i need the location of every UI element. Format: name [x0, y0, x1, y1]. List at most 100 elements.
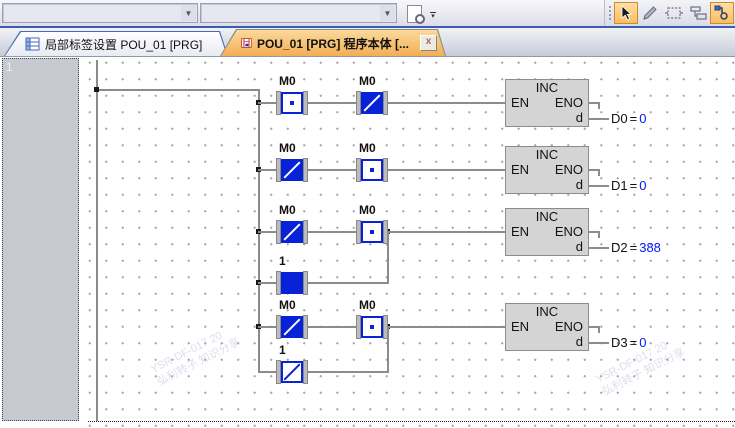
edit-tool-group	[604, 0, 735, 26]
find-page-button[interactable]	[403, 4, 425, 24]
monitored-output[interactable]: D2=388	[611, 240, 661, 255]
contact-label: M0	[359, 141, 376, 155]
wire	[308, 169, 357, 171]
wire	[258, 102, 277, 104]
contact-m0-closed[interactable]: M0	[276, 220, 308, 244]
d-output-wire	[589, 118, 609, 120]
wire	[258, 282, 277, 284]
wire	[258, 231, 277, 233]
inc-function-block[interactable]: INC ENENO d	[505, 303, 589, 351]
equals-sign: =	[630, 111, 638, 126]
toolbar-grip-handle[interactable]	[607, 4, 612, 22]
operand-name: D1	[611, 178, 628, 193]
monitored-output[interactable]: D0=0	[611, 111, 646, 126]
d-output-wire	[589, 247, 609, 249]
operand-name: D0	[611, 111, 628, 126]
eno-pin: ENO	[555, 319, 583, 334]
en-pin: EN	[511, 95, 529, 110]
contact-m0-open[interactable]: M0	[356, 220, 388, 244]
fbd-editor-area: 1 M0 M0 INC EN ENO d	[0, 57, 735, 428]
eno-stub-hook	[598, 102, 600, 109]
junction-dot	[94, 87, 99, 92]
wire	[308, 231, 357, 233]
wire	[258, 169, 277, 171]
operand-value: 0	[639, 111, 646, 126]
wire	[388, 102, 505, 104]
eno-stub-hook	[598, 169, 600, 176]
inc-function-block[interactable]: INC EN ENO d	[505, 146, 589, 194]
tab-program-body-active[interactable]: POU_01 [PRG] 程序本体 [... x	[220, 29, 446, 56]
network-header-selected[interactable]: 1	[2, 58, 79, 421]
contact-label: M0	[359, 298, 376, 312]
toolbar-combo-2[interactable]: ▼	[200, 3, 397, 23]
operand-value: 0	[639, 335, 646, 350]
eno-pin: ENO	[555, 162, 583, 177]
inc-function-block[interactable]: INC ENENO d	[505, 208, 589, 256]
contact-label: M0	[279, 298, 296, 312]
equals-sign: =	[630, 335, 638, 350]
combo-2-dropdown-arrow-icon[interactable]: ▼	[380, 5, 395, 21]
eno-pin: ENO	[555, 95, 583, 110]
eno-stub-hook	[598, 326, 600, 333]
contact-const-1-open-slash[interactable]: 1	[276, 360, 308, 384]
contact-label: M0	[279, 141, 296, 155]
toolbar-combo-1[interactable]: ▼	[2, 3, 198, 23]
dashed-box-icon	[665, 5, 683, 21]
pen-icon	[642, 5, 658, 21]
wire	[308, 371, 389, 373]
contact-const-1-solid[interactable]: 1	[276, 271, 308, 295]
wire	[388, 231, 505, 233]
d-pin: d	[506, 177, 588, 192]
contact-label: M0	[359, 203, 376, 217]
tab-close-button[interactable]: x	[420, 35, 437, 51]
d-pin: d	[506, 239, 588, 254]
insert-network-tool-button[interactable]	[686, 2, 710, 24]
page-magnifier-icon	[407, 5, 422, 23]
program-body-icon	[241, 36, 252, 50]
toolbar-overflow-button[interactable]: ▾	[428, 12, 438, 24]
combo-1-dropdown-arrow-icon[interactable]: ▼	[181, 5, 196, 21]
fb-ladder-toggle-button[interactable]	[710, 2, 734, 24]
monitored-output[interactable]: D3=0	[611, 335, 646, 350]
contact-m0-open[interactable]: M0	[276, 91, 308, 115]
wire	[308, 102, 357, 104]
cursor-arrow-icon	[618, 5, 634, 21]
eno-stub-hook	[598, 231, 600, 238]
monitored-output[interactable]: D1=0	[611, 178, 646, 193]
block-title: INC	[506, 209, 588, 224]
block-title: INC	[506, 80, 588, 95]
tab-local-label-settings[interactable]: 局部标签设置 POU_01 [PRG]	[4, 31, 228, 56]
block-title: INC	[506, 304, 588, 319]
wire	[388, 169, 505, 171]
insert-block-tool-button[interactable]	[662, 2, 686, 24]
document-tab-bar: 局部标签设置 POU_01 [PRG] POU_01 [PRG] 程序本体 [.…	[0, 28, 735, 57]
contact-m0-open[interactable]: M0	[356, 315, 388, 339]
contact-label: M0	[279, 74, 296, 88]
contact-m0-closed[interactable]: M0	[276, 158, 308, 182]
eno-pin: ENO	[555, 224, 583, 239]
contact-m0-closed[interactable]: M0	[276, 315, 308, 339]
contact-label: M0	[359, 74, 376, 88]
wire	[258, 371, 277, 373]
block-title: INC	[506, 147, 588, 162]
contact-label: 1	[279, 254, 286, 268]
contact-label: M0	[279, 203, 296, 217]
plc-ide-window: ▼ ▼ ▾	[0, 0, 735, 428]
select-tool-button[interactable]	[614, 2, 638, 24]
equals-sign: =	[630, 240, 638, 255]
network-number: 1	[6, 60, 13, 74]
ladder-end-dotted-line	[88, 421, 735, 422]
d-output-wire	[589, 342, 609, 344]
d-pin: d	[506, 110, 588, 125]
en-pin: EN	[511, 162, 529, 177]
inc-function-block[interactable]: INC EN ENO d	[505, 79, 589, 127]
tab-label: 局部标签设置 POU_01 [PRG]	[45, 36, 202, 53]
wire	[308, 282, 389, 284]
branch-merge-wire	[387, 233, 389, 284]
top-toolbar: ▼ ▼ ▾	[0, 0, 735, 28]
contact-m0-closed[interactable]: M0	[356, 91, 388, 115]
equals-sign: =	[630, 178, 638, 193]
contact-m0-open[interactable]: M0	[356, 158, 388, 182]
wire	[388, 326, 505, 328]
interconnect-tool-button[interactable]	[638, 2, 662, 24]
